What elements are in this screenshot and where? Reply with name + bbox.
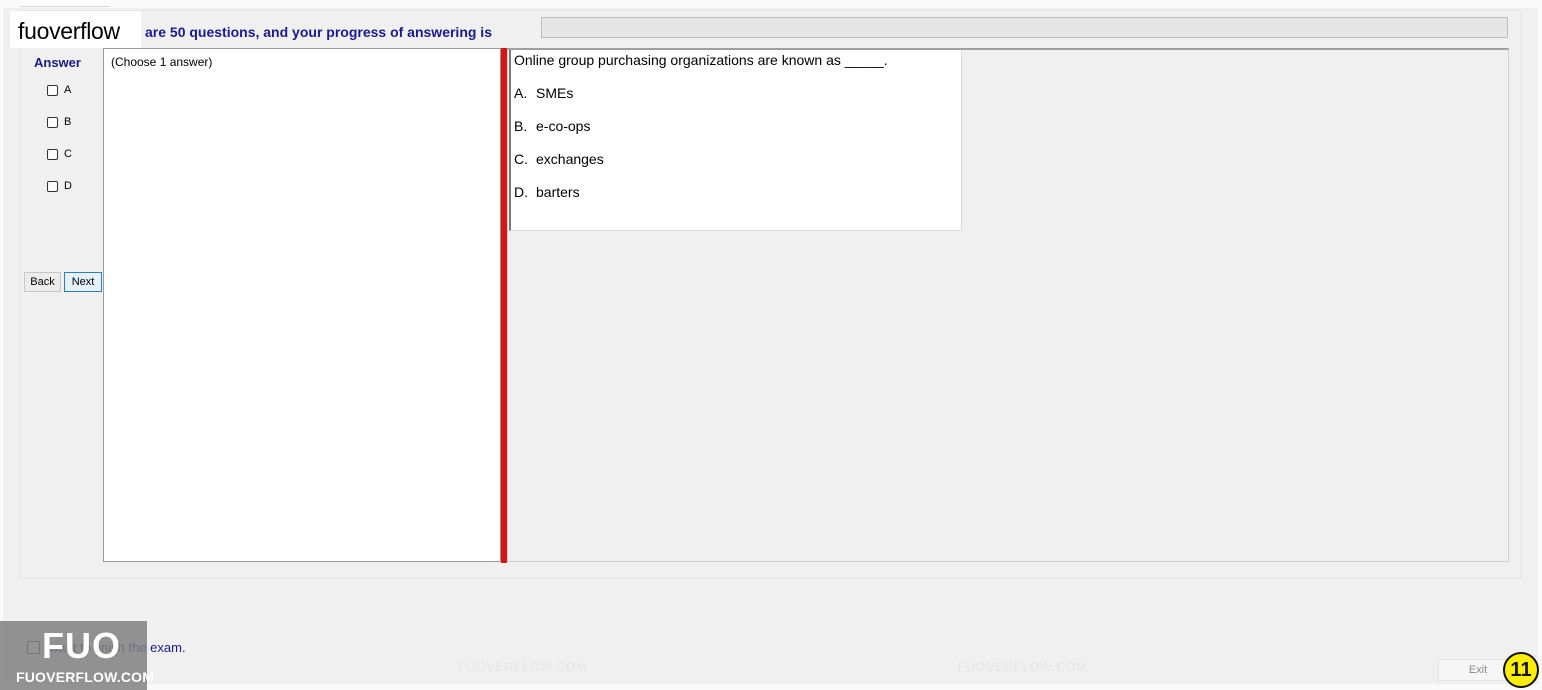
brand-label-box: fuoverflow [10, 11, 141, 48]
question-option-text: SMEs [536, 85, 574, 101]
answer-option-b[interactable]: B [47, 114, 71, 130]
page-number-badge: 11 [1503, 652, 1539, 688]
logo-caption: FUOVERFLOW.COM [16, 669, 155, 685]
top-tab[interactable] [20, 0, 110, 7]
question-option-b: B. e-co-ops [514, 118, 590, 134]
site-logo: FUO FUOVERFLOW.COM [0, 621, 154, 690]
question-option-letter: B. [514, 118, 528, 134]
answer-option-a[interactable]: A [47, 82, 71, 98]
watermark: FUOVERFLOW.COM [958, 660, 1088, 674]
next-button[interactable]: Next [64, 272, 102, 292]
checkbox-a[interactable] [47, 84, 58, 96]
question-option-c: C. exchanges [514, 151, 604, 167]
checkbox-d[interactable] [47, 180, 58, 192]
watermark: FUOVERFLOW.COM [458, 660, 588, 674]
progress-bar [541, 17, 1508, 38]
question-option-text: exchanges [536, 151, 604, 167]
question-option-letter: D. [514, 184, 528, 200]
logo-mark: FUO [42, 625, 121, 666]
checkbox-b[interactable] [47, 116, 58, 128]
question-option-text: e-co-ops [536, 118, 591, 134]
exam-window: FUOVERFLOW.COM FUOVERFLOW.COM FUOVERFLOW… [0, 0, 1542, 690]
question-option-letter: A. [514, 85, 528, 101]
instruction-pane: (Choose 1 answer) [103, 48, 501, 562]
back-button[interactable]: Back [24, 272, 61, 292]
answer-option-d[interactable]: D [47, 178, 72, 194]
answer-title: Answer [34, 55, 81, 70]
question-option-text: barters [536, 184, 580, 200]
answer-option-letter: B [64, 116, 72, 128]
question-option-letter: C. [514, 151, 528, 167]
progress-caption: are 50 questions, and your progress of a… [145, 24, 492, 40]
question-option-a: A. SMEs [514, 85, 573, 101]
question-box: Online group purchasing organizations ar… [509, 50, 962, 231]
answer-option-letter: D [64, 180, 72, 192]
choose-instruction: (Choose 1 answer) [111, 55, 213, 69]
question-option-d: D. barters [514, 184, 580, 200]
answer-option-letter: A [64, 84, 72, 96]
answer-option-letter: C [64, 148, 72, 160]
brand-name: fuoverflow [18, 18, 120, 44]
answer-option-c[interactable]: C [47, 146, 72, 162]
question-text: Online group purchasing organizations ar… [514, 52, 888, 68]
checkbox-c[interactable] [47, 148, 58, 160]
